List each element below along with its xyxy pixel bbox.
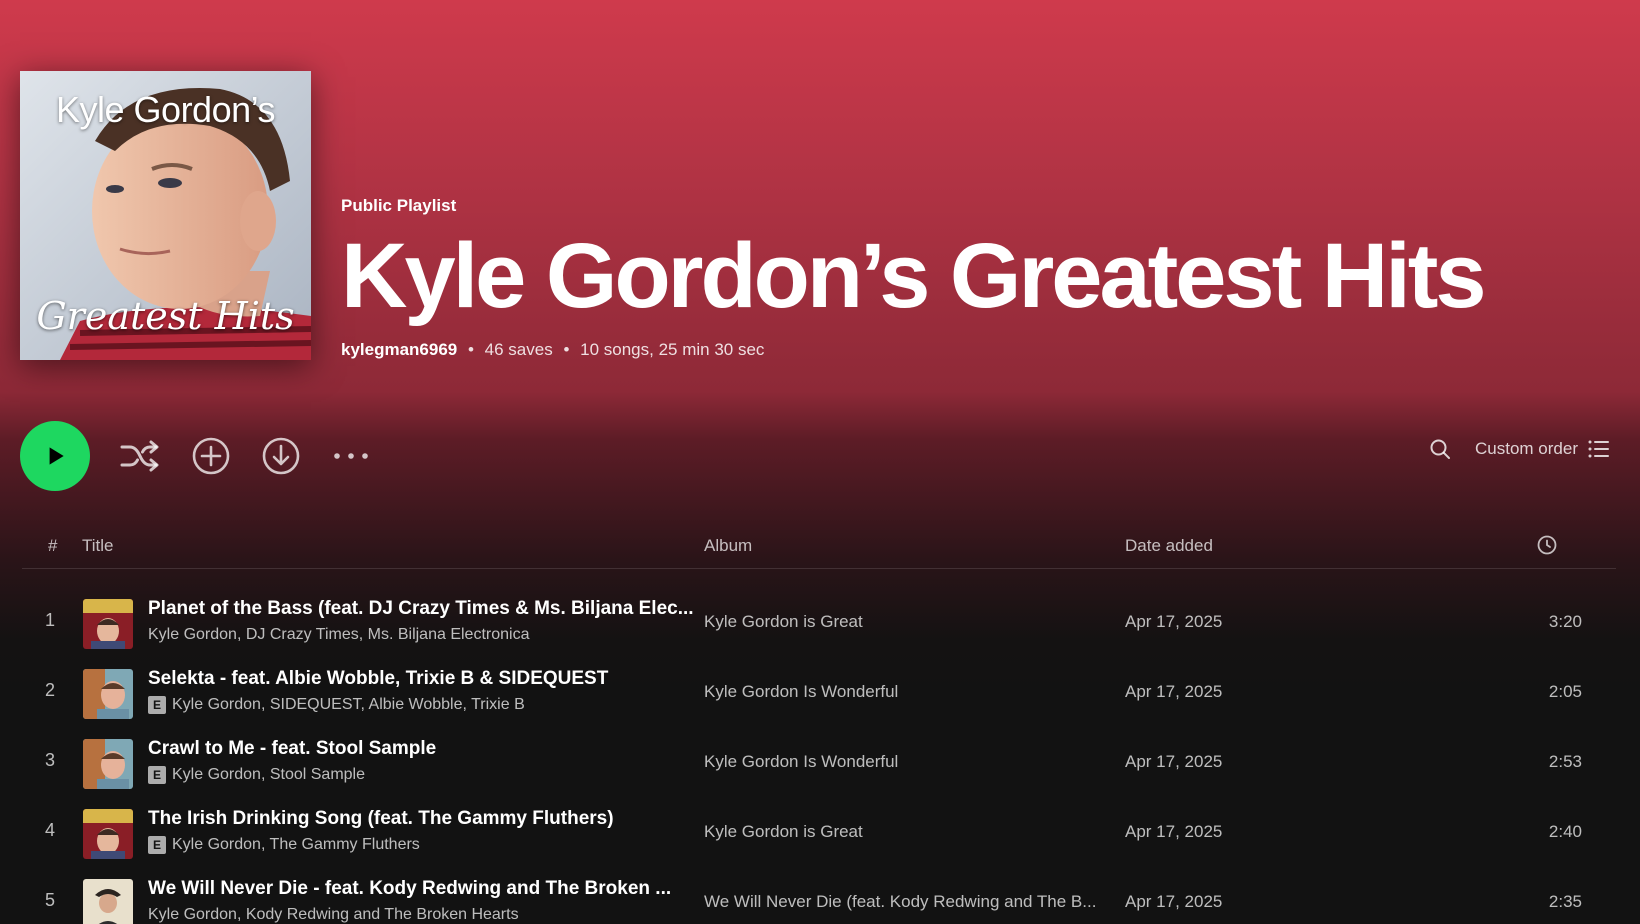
album-art-wonderful — [83, 669, 133, 719]
download-button[interactable] — [261, 436, 301, 476]
add-to-library-button[interactable] — [191, 436, 231, 476]
search-in-playlist-button[interactable] — [1429, 438, 1451, 460]
playlist-kind: Public Playlist — [341, 196, 457, 215]
track-artists-text[interactable]: Kyle Gordon, DJ Crazy Times, Ms. Biljana… — [148, 626, 529, 644]
track-album[interactable]: We Will Never Die (feat. Kody Redwing an… — [704, 892, 1104, 912]
more-horizontal-icon — [334, 453, 368, 459]
track-row[interactable]: 5 We Will Never Die - feat. Kody Redwing… — [22, 868, 1616, 924]
track-album-art — [83, 879, 133, 924]
explicit-badge: E — [148, 766, 166, 784]
track-table-header: # Title Album Date added — [22, 526, 1616, 569]
album-art-wonderful — [83, 739, 133, 789]
track-duration: 2:40 — [1548, 822, 1582, 841]
search-icon — [1430, 439, 1451, 459]
header-title[interactable]: Title — [82, 536, 114, 556]
track-date-added: Apr 17, 2025 — [1125, 822, 1223, 841]
add-circle-icon — [192, 437, 230, 475]
meta-separator: • — [467, 340, 474, 359]
playlist-header: Kyle Gordon’s Greatest Hits Public Playl… — [0, 0, 1640, 392]
header-album[interactable]: Album — [704, 536, 752, 556]
action-bar: Custom order — [0, 420, 1640, 492]
track-album-art — [83, 739, 133, 789]
explicit-badge: E — [148, 696, 166, 714]
track-number: 1 — [44, 610, 55, 630]
track-list: 1 Planet of the Bass (feat. DJ Crazy Tim… — [22, 588, 1616, 924]
album-art-great — [83, 599, 133, 649]
playlist-cover[interactable]: Kyle Gordon’s Greatest Hits — [20, 71, 311, 360]
track-row[interactable]: 2 Selekta - feat. Albie Wobble, Trixie B… — [22, 658, 1616, 728]
album-art-never-die — [83, 879, 133, 924]
track-row[interactable]: 4 The Irish Drinking Song (feat. The Gam… — [22, 798, 1616, 868]
play-button[interactable] — [20, 421, 90, 491]
track-duration: 3:20 — [1548, 612, 1582, 631]
track-duration: 2:53 — [1548, 752, 1582, 771]
clock-icon — [1537, 535, 1557, 555]
play-icon — [49, 447, 64, 465]
track-artists: E Kyle Gordon, Stool Sample — [148, 766, 698, 784]
track-number: 5 — [44, 890, 55, 910]
track-album[interactable]: Kyle Gordon Is Wonderful — [704, 752, 1104, 772]
track-artists-text[interactable]: Kyle Gordon, Stool Sample — [172, 766, 365, 784]
explicit-badge: E — [148, 836, 166, 854]
track-artists: E Kyle Gordon, The Gammy Fluthers — [148, 836, 698, 854]
track-artists: Kyle Gordon, Kody Redwing and The Broken… — [148, 906, 698, 924]
playlist-owner-link[interactable]: kylegman6969 — [341, 340, 457, 359]
playlist-meta: kylegman6969 • 46 saves • 10 songs, 25 m… — [341, 340, 1484, 360]
track-duration: 2:05 — [1548, 682, 1582, 701]
header-duration[interactable] — [1536, 534, 1558, 561]
playlist-title[interactable]: Kyle Gordon’s Greatest Hits — [341, 226, 1487, 326]
playlist-info: Public Playlist Kyle Gordon’s Greatest H… — [341, 196, 1487, 360]
meta-separator: • — [563, 340, 570, 359]
track-album[interactable]: Kyle Gordon is Great — [704, 612, 1104, 632]
track-album-art — [83, 669, 133, 719]
track-album[interactable]: Kyle Gordon is Great — [704, 822, 1104, 842]
track-date-added: Apr 17, 2025 — [1125, 612, 1223, 631]
sort-order-button[interactable]: Custom order — [1475, 439, 1610, 459]
track-number: 2 — [44, 680, 55, 700]
track-album[interactable]: Kyle Gordon Is Wonderful — [704, 682, 1104, 702]
track-artists: E Kyle Gordon, SIDEQUEST, Albie Wobble, … — [148, 696, 698, 714]
track-date-added: Apr 17, 2025 — [1125, 682, 1223, 701]
cover-title-bottom: Greatest Hits — [36, 294, 295, 338]
list-icon — [1588, 440, 1609, 458]
track-title[interactable]: Crawl to Me - feat. Stool Sample — [148, 738, 698, 760]
spotify-playlist-view: Kyle Gordon’s Greatest Hits Public Playl… — [0, 0, 1640, 924]
track-duration: 2:35 — [1548, 892, 1582, 911]
playlist-summary: 10 songs, 25 min 30 sec — [580, 340, 765, 359]
track-title[interactable]: Planet of the Bass (feat. DJ Crazy Times… — [148, 598, 698, 620]
track-number: 3 — [44, 750, 55, 770]
album-art-great — [83, 809, 133, 859]
more-options-button[interactable] — [331, 436, 371, 476]
track-artists-text[interactable]: Kyle Gordon, Kody Redwing and The Broken… — [148, 906, 519, 924]
track-album-art — [83, 809, 133, 859]
playlist-tools: Custom order — [1429, 438, 1610, 460]
track-artists-text[interactable]: Kyle Gordon, The Gammy Fluthers — [172, 836, 420, 854]
header-number: # — [48, 536, 58, 555]
track-album-art — [83, 599, 133, 649]
shuffle-icon — [120, 440, 159, 472]
playlist-saves: 46 saves — [484, 340, 553, 359]
track-title[interactable]: Selekta - feat. Albie Wobble, Trixie B &… — [148, 668, 698, 690]
header-date-added[interactable]: Date added — [1125, 536, 1213, 556]
download-icon — [262, 437, 300, 475]
track-row[interactable]: 1 Planet of the Bass (feat. DJ Crazy Tim… — [22, 588, 1616, 658]
track-artists: Kyle Gordon, DJ Crazy Times, Ms. Biljana… — [148, 626, 698, 644]
track-date-added: Apr 17, 2025 — [1125, 752, 1223, 771]
track-number: 4 — [44, 820, 55, 840]
track-row[interactable]: 3 Crawl to Me - feat. Stool Sample E Kyl… — [22, 728, 1616, 798]
track-date-added: Apr 17, 2025 — [1125, 892, 1223, 911]
cover-title-top: Kyle Gordon’s — [56, 89, 275, 130]
track-title[interactable]: We Will Never Die - feat. Kody Redwing a… — [148, 878, 698, 900]
track-artists-text[interactable]: Kyle Gordon, SIDEQUEST, Albie Wobble, Tr… — [172, 696, 525, 714]
sort-order-label: Custom order — [1475, 439, 1578, 458]
shuffle-button[interactable] — [120, 436, 160, 476]
track-title[interactable]: The Irish Drinking Song (feat. The Gammy… — [148, 808, 698, 830]
